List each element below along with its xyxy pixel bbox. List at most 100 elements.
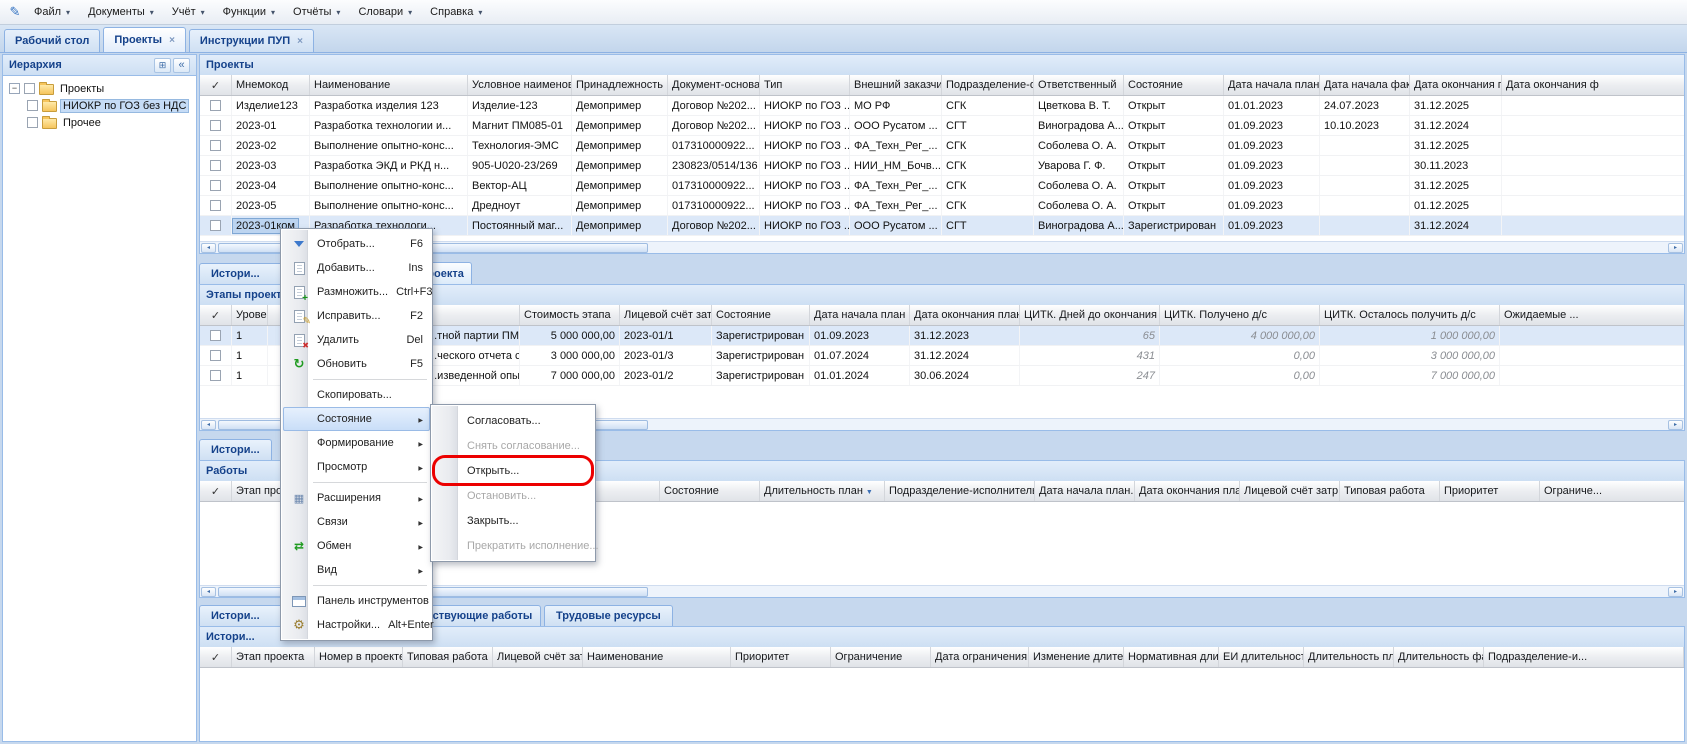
table-row[interactable]: 2023-04Выполнение опытно-конс...Вектор-А… [200,176,1684,196]
column-header[interactable]: Мнемокод [232,75,310,95]
column-header[interactable]: Приоритет [731,647,831,667]
select-all-column-header[interactable] [200,647,232,667]
menu-item[interactable]: Панель инструментов [283,589,430,613]
row-checkbox[interactable] [210,350,221,361]
column-header[interactable]: Состояние [712,305,810,325]
column-header[interactable]: Состояние [1124,75,1224,95]
menu-functions[interactable]: Функции [215,3,283,21]
column-header[interactable]: Приоритет [1440,481,1540,501]
collapse-node-icon[interactable] [9,83,20,94]
column-header[interactable]: Дата окончания план [910,305,1020,325]
tab-pup-instructions[interactable]: Инструкции ПУП [189,29,314,52]
scroll-right-icon[interactable] [1668,587,1683,597]
tab-projects[interactable]: Проекты [103,27,186,52]
column-header[interactable]: Дата начала факт [1320,75,1410,95]
tab-desktop[interactable]: Рабочий стол [4,29,100,52]
column-header[interactable]: Дата окончания пл [1410,75,1502,95]
table-row[interactable]: 2023-05Выполнение опытно-конс...Дредноут… [200,196,1684,216]
column-header[interactable]: Состояние [660,481,760,501]
column-header[interactable]: Тип [760,75,850,95]
scroll-left-icon[interactable] [201,420,216,430]
column-header[interactable]: Номер в проекте [315,647,403,667]
column-header[interactable]: ЦИТК. Осталось получить д/с [1320,305,1500,325]
menu-item[interactable]: Настройки...Alt+Enter [283,613,430,637]
table-row[interactable]: 2023-02Выполнение опытно-конс...Технолог… [200,136,1684,156]
column-header[interactable]: Дата окончания план [1135,481,1240,501]
menu-item[interactable]: Расширения [283,486,430,510]
menu-item[interactable]: Закрыть... [433,508,593,533]
column-header[interactable]: Стоимость этапа [520,305,620,325]
menu-item[interactable]: Размножить...Ctrl+F3 [283,280,430,304]
column-header[interactable]: Изменение длите [1029,647,1124,667]
column-header[interactable]: Длительность пла [1304,647,1394,667]
tab-history[interactable]: Истори... [199,605,289,626]
column-header[interactable]: Длительность фак [1394,647,1484,667]
tree-checkbox[interactable] [27,100,38,111]
column-header[interactable]: Ограниче... [1540,481,1684,501]
column-header[interactable]: Этап проекта [232,647,315,667]
row-checkbox[interactable] [210,370,221,381]
menu-item[interactable]: Отобрать...F6 [283,232,430,256]
column-header[interactable]: Принадлежность [572,75,668,95]
column-header[interactable]: Дата окончания ф [1502,75,1684,95]
column-header[interactable]: Лицевой счёт затр [493,647,583,667]
row-checkbox[interactable] [210,100,221,111]
tree-checkbox[interactable] [27,117,38,128]
column-header[interactable]: Уровень [232,305,268,325]
column-header[interactable]: Наименование [583,647,731,667]
column-header[interactable]: Внешний заказчик [850,75,942,95]
tree-item-projects[interactable]: Проекты [3,80,196,97]
close-icon[interactable] [297,36,303,47]
column-header[interactable]: Типовая работа [403,647,493,667]
row-checkbox[interactable] [210,330,221,341]
column-header[interactable]: Дата ограничения [931,647,1029,667]
menu-item[interactable]: Формирование [283,431,430,455]
column-header[interactable]: Подразделение-исполнитель.. [885,481,1035,501]
select-all-column-header[interactable] [200,75,232,95]
tree-item-other[interactable]: Прочее [3,114,196,131]
row-checkbox[interactable] [210,220,221,231]
column-header[interactable]: Ответственный [1034,75,1124,95]
column-header[interactable]: Подразделение-и... [1484,647,1684,667]
table-row[interactable]: Изделие123Разработка изделия 123Изделие-… [200,96,1684,116]
scroll-left-icon[interactable] [201,587,216,597]
menu-item[interactable]: ОбновитьF5 [283,352,430,376]
menu-reports[interactable]: Отчёты [285,3,348,21]
column-header[interactable]: Ожидаемые ... [1500,305,1684,325]
menu-item[interactable]: Связи [283,510,430,534]
menu-dictionaries[interactable]: Словари [350,3,420,21]
row-checkbox[interactable] [210,160,221,171]
column-header[interactable]: Наименование [310,75,468,95]
tree-item-niokr[interactable]: НИОКР по ГОЗ без НДС [3,97,196,114]
column-header[interactable]: ЦИТК. Дней до окончания [1020,305,1160,325]
scroll-right-icon[interactable] [1668,243,1683,253]
menu-help[interactable]: Справка [422,3,490,21]
select-all-column-header[interactable] [200,481,232,501]
column-header[interactable]: Ограничение [831,647,931,667]
column-header[interactable]: Подразделение-от [942,75,1034,95]
tab-history[interactable]: Истори... [199,263,289,284]
table-row[interactable]: 2023-03Разработка ЭКД и РКД н...905-U020… [200,156,1684,176]
scroll-left-icon[interactable] [201,243,216,253]
row-checkbox[interactable] [210,200,221,211]
menu-item[interactable]: УдалитьDel [283,328,430,352]
collapse-panel-icon[interactable] [173,58,190,73]
column-header[interactable]: Документ-основан [668,75,760,95]
menu-item[interactable]: Вид [283,558,430,582]
column-header[interactable]: Типовая работа [1340,481,1440,501]
menu-item[interactable]: Скопировать... [283,383,430,407]
column-header[interactable]: Дата начала план [810,305,910,325]
menu-documents[interactable]: Документы [80,3,162,21]
menu-item[interactable]: Состояние [283,407,430,431]
menu-item[interactable]: Обмен [283,534,430,558]
menu-accounting[interactable]: Учёт [164,3,213,21]
column-header[interactable]: Нормативная длит [1124,647,1219,667]
column-header[interactable]: Условное наименова [468,75,572,95]
tab-labor-resources[interactable]: Трудовые ресурсы [544,605,673,626]
menu-item[interactable]: Открыть... [433,458,593,483]
select-all-column-header[interactable] [200,305,232,325]
row-checkbox[interactable] [210,120,221,131]
column-header[interactable]: Дата начала план. [1035,481,1135,501]
menu-item[interactable]: Добавить...Ins [283,256,430,280]
column-header[interactable]: Лицевой счёт затрат [620,305,712,325]
